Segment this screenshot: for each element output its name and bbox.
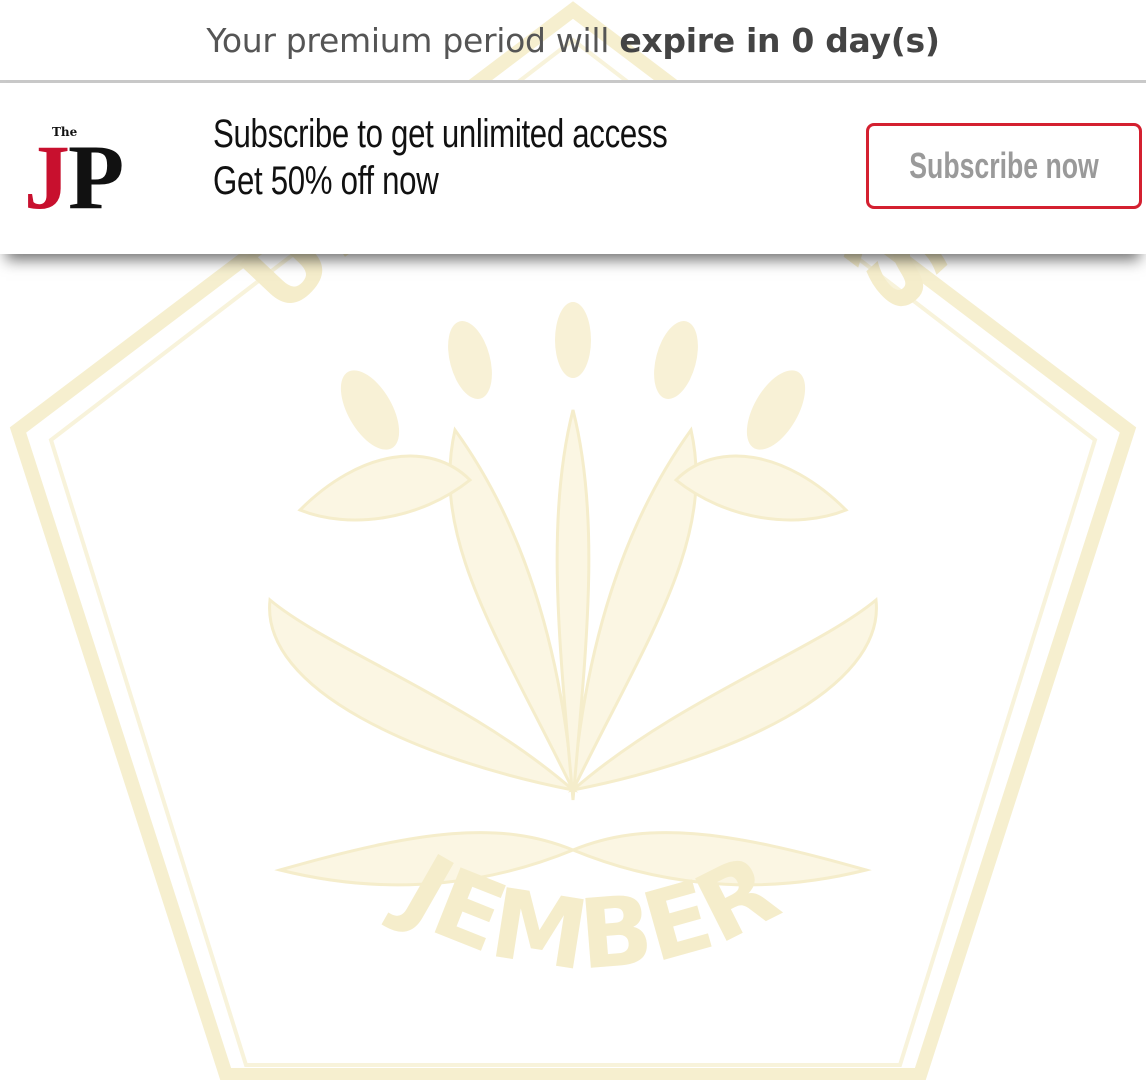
subscribe-now-label: Subscribe now bbox=[909, 145, 1099, 186]
subscribe-now-button[interactable]: Subscribe now bbox=[866, 123, 1142, 209]
premium-notice-prefix: Your premium period will bbox=[206, 20, 620, 60]
premium-notice-emphasis: expire in 0 day(s) bbox=[619, 20, 940, 60]
subscribe-banner: The J P Subscribe to get unlimited acces… bbox=[0, 83, 1146, 254]
jp-logo[interactable]: The J P bbox=[22, 123, 147, 223]
subscribe-message: Subscribe to get unlimited access Get 50… bbox=[213, 111, 668, 205]
subscribe-subline: Get 50% off now bbox=[213, 159, 439, 203]
logo-letter-p: P bbox=[68, 126, 125, 228]
subscribe-headline: Subscribe to get unlimited access bbox=[213, 112, 668, 156]
logo-letter-j: J bbox=[24, 126, 70, 228]
premium-expiry-notice: Your premium period will expire in 0 day… bbox=[0, 0, 1146, 80]
seal-leaves bbox=[268, 409, 878, 887]
